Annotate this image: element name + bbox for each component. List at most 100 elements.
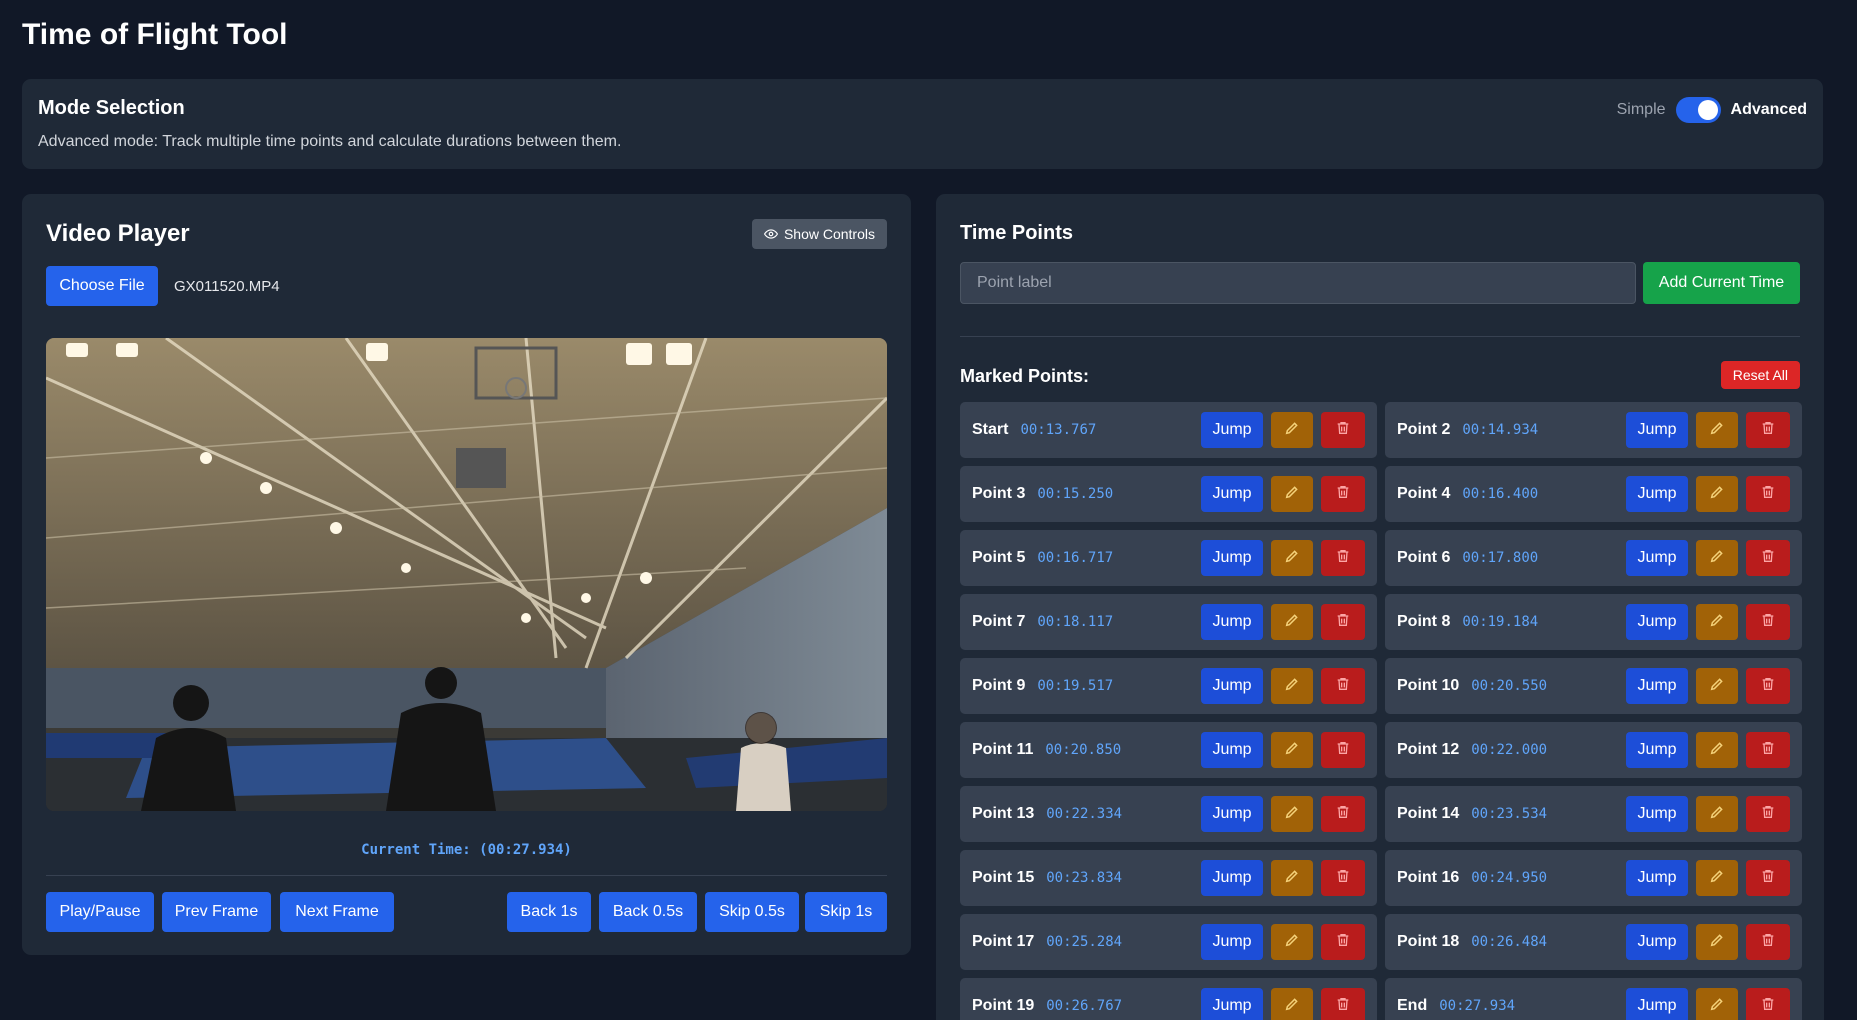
edit-button[interactable] bbox=[1271, 604, 1313, 640]
delete-button[interactable] bbox=[1746, 540, 1790, 576]
edit-button[interactable] bbox=[1696, 604, 1738, 640]
edit-button[interactable] bbox=[1271, 668, 1313, 704]
jump-button[interactable]: Jump bbox=[1626, 476, 1688, 512]
delete-button[interactable] bbox=[1321, 476, 1365, 512]
jump-button[interactable]: Jump bbox=[1201, 668, 1263, 704]
delete-button[interactable] bbox=[1746, 796, 1790, 832]
mode-simple-label[interactable]: Simple bbox=[1617, 101, 1666, 119]
edit-button[interactable] bbox=[1271, 796, 1313, 832]
jump-button[interactable]: Jump bbox=[1201, 924, 1263, 960]
point-actions: Jump bbox=[1201, 604, 1365, 640]
add-current-time-button[interactable]: Add Current Time bbox=[1643, 262, 1800, 304]
point-item: Point 17 00:25.284 Jump bbox=[960, 914, 1377, 970]
prev-frame-button[interactable]: Prev Frame bbox=[162, 892, 271, 932]
trash-icon bbox=[1760, 420, 1776, 441]
jump-button[interactable]: Jump bbox=[1626, 924, 1688, 960]
edit-button[interactable] bbox=[1271, 860, 1313, 896]
delete-button[interactable] bbox=[1321, 540, 1365, 576]
edit-button[interactable] bbox=[1696, 476, 1738, 512]
video-player-title: Video Player bbox=[46, 220, 190, 247]
time-points-title: Time Points bbox=[960, 222, 1073, 244]
delete-button[interactable] bbox=[1746, 860, 1790, 896]
delete-button[interactable] bbox=[1746, 476, 1790, 512]
jump-button[interactable]: Jump bbox=[1626, 540, 1688, 576]
point-actions: Jump bbox=[1626, 796, 1790, 832]
video-frame[interactable] bbox=[46, 338, 887, 811]
delete-button[interactable] bbox=[1321, 668, 1365, 704]
delete-button[interactable] bbox=[1746, 924, 1790, 960]
back-1s-button[interactable]: Back 1s bbox=[507, 892, 591, 932]
point-actions: Jump bbox=[1626, 604, 1790, 640]
delete-button[interactable] bbox=[1746, 732, 1790, 768]
delete-button[interactable] bbox=[1321, 988, 1365, 1020]
delete-button[interactable] bbox=[1321, 924, 1365, 960]
edit-button[interactable] bbox=[1696, 668, 1738, 704]
point-actions: Jump bbox=[1626, 476, 1790, 512]
delete-button[interactable] bbox=[1746, 412, 1790, 448]
edit-button[interactable] bbox=[1271, 540, 1313, 576]
choose-file-button[interactable]: Choose File bbox=[46, 266, 158, 306]
edit-button[interactable] bbox=[1696, 732, 1738, 768]
mode-toggle[interactable] bbox=[1675, 97, 1721, 123]
pencil-icon bbox=[1284, 932, 1300, 953]
jump-button[interactable]: Jump bbox=[1201, 732, 1263, 768]
point-time: 00:13.767 bbox=[1020, 422, 1097, 438]
pencil-icon bbox=[1709, 612, 1725, 633]
reset-all-button[interactable]: Reset All bbox=[1720, 361, 1800, 389]
skip-0-5s-button[interactable]: Skip 0.5s bbox=[705, 892, 799, 932]
delete-button[interactable] bbox=[1321, 604, 1365, 640]
jump-button[interactable]: Jump bbox=[1201, 796, 1263, 832]
skip-1s-button[interactable]: Skip 1s bbox=[805, 892, 887, 932]
edit-button[interactable] bbox=[1696, 540, 1738, 576]
delete-button[interactable] bbox=[1746, 988, 1790, 1020]
point-time: 00:22.000 bbox=[1471, 742, 1548, 758]
delete-button[interactable] bbox=[1746, 668, 1790, 704]
show-controls-button[interactable]: Show Controls bbox=[751, 219, 887, 249]
edit-button[interactable] bbox=[1271, 924, 1313, 960]
jump-button[interactable]: Jump bbox=[1626, 668, 1688, 704]
jump-button[interactable]: Jump bbox=[1201, 540, 1263, 576]
play-pause-button[interactable]: Play/Pause bbox=[46, 892, 154, 932]
show-controls-label: Show Controls bbox=[783, 226, 875, 242]
point-name: Start bbox=[972, 421, 1009, 438]
jump-button[interactable]: Jump bbox=[1626, 796, 1688, 832]
point-label-input[interactable] bbox=[960, 262, 1636, 304]
jump-button[interactable]: Jump bbox=[1201, 860, 1263, 896]
edit-button[interactable] bbox=[1271, 476, 1313, 512]
edit-button[interactable] bbox=[1696, 860, 1738, 896]
edit-button[interactable] bbox=[1696, 412, 1738, 448]
point-actions: Jump bbox=[1626, 412, 1790, 448]
pencil-icon bbox=[1284, 612, 1300, 633]
point-time: 00:16.717 bbox=[1037, 550, 1114, 566]
jump-button[interactable]: Jump bbox=[1626, 860, 1688, 896]
delete-button[interactable] bbox=[1321, 796, 1365, 832]
edit-button[interactable] bbox=[1271, 988, 1313, 1020]
jump-button[interactable]: Jump bbox=[1626, 732, 1688, 768]
jump-button[interactable]: Jump bbox=[1626, 604, 1688, 640]
delete-button[interactable] bbox=[1321, 860, 1365, 896]
pencil-icon bbox=[1709, 932, 1725, 953]
pencil-icon bbox=[1284, 548, 1300, 569]
mode-description: Advanced mode: Track multiple time point… bbox=[38, 133, 622, 150]
jump-button[interactable]: Jump bbox=[1201, 476, 1263, 512]
mode-advanced-label[interactable]: Advanced bbox=[1731, 101, 1807, 119]
edit-button[interactable] bbox=[1696, 924, 1738, 960]
jump-button[interactable]: Jump bbox=[1626, 988, 1688, 1020]
point-item: Start 00:13.767 Jump bbox=[960, 402, 1377, 458]
pencil-icon bbox=[1284, 804, 1300, 825]
jump-button[interactable]: Jump bbox=[1201, 412, 1263, 448]
back-0-5s-button[interactable]: Back 0.5s bbox=[599, 892, 697, 932]
trash-icon bbox=[1335, 676, 1351, 697]
jump-button[interactable]: Jump bbox=[1626, 412, 1688, 448]
edit-button[interactable] bbox=[1271, 412, 1313, 448]
next-frame-button[interactable]: Next Frame bbox=[280, 892, 394, 932]
delete-button[interactable] bbox=[1321, 412, 1365, 448]
edit-button[interactable] bbox=[1696, 988, 1738, 1020]
jump-button[interactable]: Jump bbox=[1201, 604, 1263, 640]
jump-button[interactable]: Jump bbox=[1201, 988, 1263, 1020]
point-name: Point 2 bbox=[1397, 421, 1451, 438]
delete-button[interactable] bbox=[1746, 604, 1790, 640]
delete-button[interactable] bbox=[1321, 732, 1365, 768]
edit-button[interactable] bbox=[1271, 732, 1313, 768]
edit-button[interactable] bbox=[1696, 796, 1738, 832]
